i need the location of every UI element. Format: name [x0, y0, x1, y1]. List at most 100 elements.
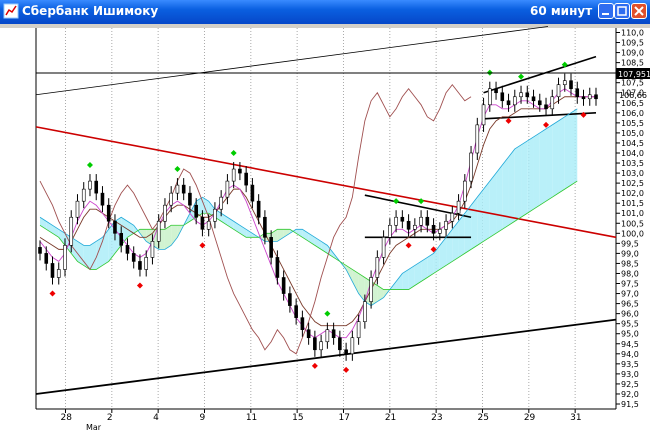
candle-body	[587, 94, 592, 100]
cloud-segment	[502, 157, 509, 230]
time-tick-label: 4	[153, 413, 159, 423]
price-tick-label: 104,0	[621, 149, 644, 158]
candle-body	[206, 220, 211, 230]
close-icon	[634, 6, 644, 16]
candle-body	[300, 317, 305, 330]
candle-body	[38, 247, 42, 254]
candle-body	[63, 245, 67, 270]
candle-body	[575, 88, 580, 98]
candle-body	[388, 224, 392, 238]
cloud-segment	[558, 116, 565, 194]
time-tick-label: 25	[477, 413, 488, 423]
price-chart[interactable]: 110,0109,5109,0108,5108,0107,5107,0106,5…	[0, 24, 650, 443]
cloud-segment	[514, 144, 522, 222]
candle-body	[194, 204, 198, 218]
candle-body	[569, 80, 573, 90]
maximize-button[interactable]	[614, 3, 630, 19]
cloud-segment	[89, 241, 97, 270]
candle-body	[169, 192, 173, 206]
candle-body	[213, 208, 217, 222]
price-tick-label: 105,5	[621, 119, 644, 128]
candle-body	[456, 200, 461, 214]
candle-body	[238, 168, 242, 174]
candle-body	[106, 204, 111, 222]
candle-body	[163, 204, 167, 222]
price-tick-label: 110,0	[621, 29, 644, 38]
price-tick-label: 106,5	[621, 99, 644, 108]
price-tick-label: 95,0	[621, 330, 639, 339]
candle-body	[325, 329, 330, 343]
candle-body	[581, 96, 586, 100]
price-tick-label: 102,0	[621, 189, 644, 198]
candle-body	[306, 329, 311, 339]
time-tick-label: 23	[431, 413, 442, 423]
candle-body	[75, 200, 80, 218]
candle-body	[431, 224, 436, 234]
cloud-segment	[539, 128, 547, 206]
price-tick-label: 101,5	[621, 199, 644, 208]
candle-body	[537, 100, 542, 106]
price-tick-label: 107,5	[621, 79, 644, 88]
minimize-button[interactable]	[598, 3, 614, 19]
candle-body	[44, 253, 49, 264]
candle-body	[244, 172, 248, 186]
time-tick-label: 9	[199, 413, 205, 423]
candle-body	[119, 233, 124, 246]
title-bar[interactable]: Сбербанк Ишимоку 60 минут	[0, 0, 650, 24]
price-tick-label: 93,5	[621, 360, 639, 369]
candle-body	[544, 104, 548, 110]
price-tick-label: 96,0	[621, 310, 639, 319]
candle-body	[156, 220, 161, 242]
candle-body	[144, 257, 149, 270]
candle-body	[100, 192, 105, 206]
candle-body	[188, 192, 192, 206]
candle-body	[500, 92, 505, 102]
cloud-segment	[527, 136, 534, 214]
candle-body	[419, 216, 423, 226]
price-tick-label: 109,0	[621, 49, 644, 58]
minimize-icon	[602, 13, 609, 15]
candle-body	[338, 337, 342, 351]
time-tick-label: 28	[60, 413, 72, 423]
time-tick-label: 17	[338, 413, 349, 423]
time-tick-label: 11	[246, 413, 257, 423]
candle-body	[150, 241, 155, 258]
cloud-segment	[471, 197, 478, 250]
candle-body	[512, 96, 517, 106]
candle-body	[294, 305, 298, 318]
candle-body	[450, 212, 455, 222]
price-tick-label: 92,0	[621, 390, 639, 399]
price-tick-label: 94,5	[621, 340, 639, 349]
cloud-segment	[96, 237, 103, 270]
candle-body	[481, 104, 486, 126]
price-tick-label: 96,5	[621, 300, 639, 309]
candle-body	[181, 184, 186, 194]
candle-body	[394, 216, 398, 226]
time-tick-label: 21	[385, 413, 396, 423]
candle-body	[506, 100, 511, 106]
candle-body	[413, 224, 417, 230]
candle-body	[494, 88, 498, 94]
cloud-segment	[477, 189, 484, 246]
close-button[interactable]	[631, 3, 647, 19]
price-tick-label: 98,0	[621, 269, 639, 278]
month-label: Mar	[86, 423, 102, 432]
candle-body	[250, 184, 255, 202]
price-tick-label: 102,5	[621, 179, 644, 188]
candle-body	[438, 228, 442, 234]
candle-body	[356, 321, 361, 339]
candle-body	[594, 94, 598, 100]
cloud-segment	[546, 124, 553, 202]
candle-body	[288, 293, 292, 306]
price-tick-label: 103,0	[621, 169, 644, 178]
candle-body	[556, 84, 561, 98]
cloud-segment	[489, 173, 497, 238]
candle-body	[531, 96, 536, 102]
time-tick-label: 29	[524, 413, 536, 423]
time-tick-label: 2	[107, 413, 113, 423]
candle-body	[550, 96, 555, 110]
candle-body	[444, 220, 448, 230]
price-tick-label: 97,5	[621, 280, 639, 289]
price-tick-label: 91,5	[621, 400, 639, 409]
candle-body	[313, 337, 317, 351]
